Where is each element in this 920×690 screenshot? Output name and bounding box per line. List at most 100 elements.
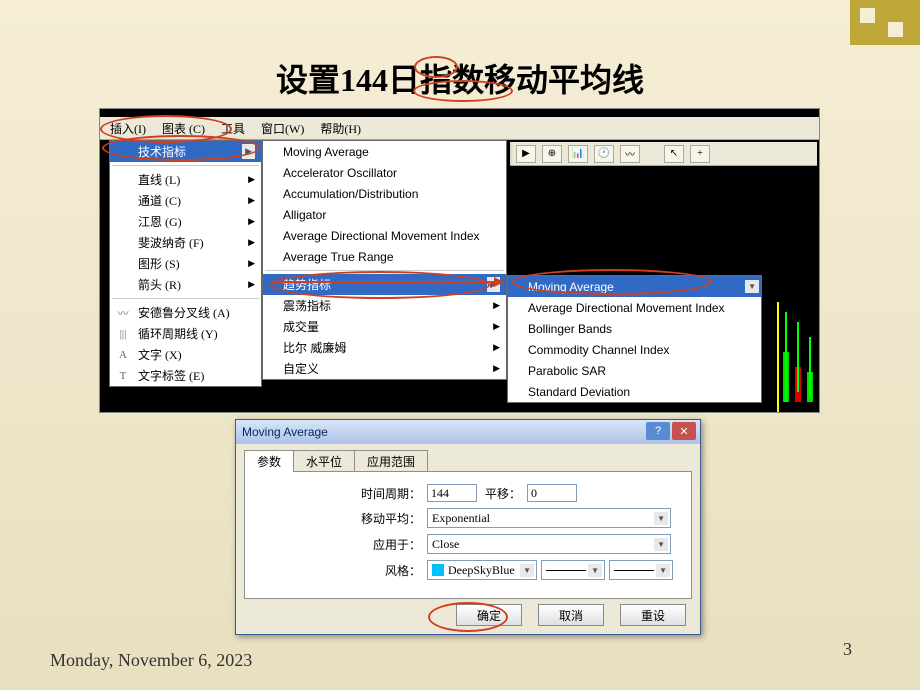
toolbar-btn-3[interactable]: 📊 xyxy=(568,145,588,163)
slide-title: 设置144日指数移动平均线 xyxy=(0,55,920,101)
shift-label: 平移： xyxy=(477,485,527,502)
tab-panel-params: 时间周期： 平移： 移动平均： Exponential 应用于： Close 风… xyxy=(244,471,692,599)
label: 文字标签 (E) xyxy=(138,367,204,384)
footer-date: Monday, November 6, 2023 xyxy=(50,650,252,672)
menu-tools[interactable]: 工具 xyxy=(213,118,253,139)
row-period: 时间周期： 平移： xyxy=(257,484,679,502)
menu-item-bill-williams[interactable]: 比尔 威廉姆 xyxy=(263,337,506,358)
row-style: 风格： DeepSkyBlue xyxy=(257,560,679,580)
menu-insert[interactable]: 插入(I) xyxy=(102,118,154,139)
menu-item-oscillator[interactable]: 震荡指标 xyxy=(263,295,506,316)
menu-item-ma-trend[interactable]: Moving Average xyxy=(508,276,761,297)
dialog-titlebar: Moving Average ? ✕ xyxy=(236,420,700,444)
menu-item-bb[interactable]: Bollinger Bands xyxy=(508,318,761,339)
menu-item-atr[interactable]: Average True Range xyxy=(263,246,506,267)
color-value: DeepSkyBlue xyxy=(448,563,515,578)
label: 循环周期线 (Y) xyxy=(138,325,218,342)
menu-item-line[interactable]: 直线 (L) xyxy=(110,169,261,190)
menu-item-text[interactable]: A 文字 (X) xyxy=(110,344,261,365)
label: 安德鲁分叉线 (A) xyxy=(138,304,230,321)
apply-value: Close xyxy=(432,537,459,552)
shift-input[interactable] xyxy=(527,484,577,502)
method-label: 移动平均： xyxy=(257,510,427,527)
tab-apply-range[interactable]: 应用范围 xyxy=(354,450,428,472)
cancel-button[interactable]: 取消 xyxy=(538,604,604,626)
line-preview xyxy=(546,570,586,571)
menu-item-gann[interactable]: 江恩 (G) xyxy=(110,211,261,232)
menu-item-cci[interactable]: Commodity Channel Index xyxy=(508,339,761,360)
toolbar-btn-2[interactable]: ⊕ xyxy=(542,145,562,163)
menu-item-fibonacci[interactable]: 斐波纳奇 (F) xyxy=(110,232,261,253)
menu-item-sd[interactable]: Standard Deviation xyxy=(508,381,761,402)
apply-select[interactable]: Close xyxy=(427,534,671,554)
menu-window[interactable]: 窗口(W) xyxy=(253,118,312,139)
label: 箭头 (R) xyxy=(138,276,181,293)
menu-item-adx[interactable]: Average Directional Movement Index xyxy=(263,225,506,246)
dialog-tabs: 参数 水平位 应用范围 xyxy=(244,450,700,472)
label: 技术指标 xyxy=(138,143,186,160)
tab-params[interactable]: 参数 xyxy=(244,450,294,472)
toolbar-btn-cursor[interactable]: ↖ xyxy=(664,145,684,163)
menu-item-arrows[interactable]: 箭头 (R) xyxy=(110,274,261,295)
corner-decoration xyxy=(850,0,920,45)
ma-line xyxy=(777,302,779,412)
menu-item-ad[interactable]: Accumulation/Distribution xyxy=(263,183,506,204)
reset-button[interactable]: 重设 xyxy=(620,604,686,626)
pitchfork-icon: 〰 xyxy=(115,305,131,321)
menu-item-ma[interactable]: Moving Average xyxy=(263,141,506,162)
method-value: Exponential xyxy=(432,511,490,526)
menu-item-andrews[interactable]: 〰安德鲁分叉线 (A) xyxy=(110,302,261,323)
menu-item-shapes[interactable]: 图形 (S) xyxy=(110,253,261,274)
color-select[interactable]: DeepSkyBlue xyxy=(427,560,537,580)
menu-item-sar[interactable]: Parabolic SAR xyxy=(508,360,761,381)
menu-item-trend[interactable]: 趋势指标 xyxy=(263,274,506,295)
label: 斐波纳奇 (F) xyxy=(138,234,204,251)
dropdown-insert: 技术指标 直线 (L) 通道 (C) 江恩 (G) 斐波纳奇 (F) 图形 (S… xyxy=(109,140,262,387)
color-swatch xyxy=(432,564,444,576)
menu-item-ao[interactable]: Accelerator Oscillator xyxy=(263,162,506,183)
label: 江恩 (G) xyxy=(138,213,182,230)
label: 直线 (L) xyxy=(138,171,180,188)
label: 文字 (X) xyxy=(138,346,182,363)
menubar: 插入(I) 图表 (C) 工具 窗口(W) 帮助(H) xyxy=(100,117,819,140)
toolbar-btn-cross[interactable]: + xyxy=(690,145,710,163)
line-preview xyxy=(614,570,654,571)
ma-settings-dialog: Moving Average ? ✕ 参数 水平位 应用范围 时间周期： 平移：… xyxy=(235,419,701,635)
toolbar-btn-4[interactable]: 🕐 xyxy=(594,145,614,163)
method-select[interactable]: Exponential xyxy=(427,508,671,528)
menu-item-indicators[interactable]: 技术指标 xyxy=(110,141,261,162)
dialog-buttons: 确定 取消 重设 xyxy=(456,604,686,626)
style-label: 风格： xyxy=(257,562,427,579)
toolbar-btn-1[interactable]: ▶ xyxy=(516,145,536,163)
separator xyxy=(112,298,259,299)
line-width-select[interactable] xyxy=(609,560,673,580)
line-style-select[interactable] xyxy=(541,560,605,580)
help-button[interactable]: ? xyxy=(646,422,670,440)
menu-item-alligator[interactable]: Alligator xyxy=(263,204,506,225)
period-input[interactable] xyxy=(427,484,477,502)
label-icon: T xyxy=(115,368,131,384)
row-apply: 应用于： Close xyxy=(257,534,679,554)
menu-item-cycle[interactable]: |||循环周期线 (Y) xyxy=(110,323,261,344)
menu-item-adx-trend[interactable]: Average Directional Movement Index xyxy=(508,297,761,318)
dropdown-trend: Moving Average Average Directional Movem… xyxy=(507,275,762,403)
footer-page-number: 3 xyxy=(843,639,852,660)
close-button[interactable]: ✕ xyxy=(672,422,696,440)
app-screenshot: 插入(I) 图表 (C) 工具 窗口(W) 帮助(H) 技术指标 直线 (L) … xyxy=(99,108,820,413)
separator xyxy=(265,270,504,271)
tab-levels[interactable]: 水平位 xyxy=(293,450,355,472)
menu-help[interactable]: 帮助(H) xyxy=(312,118,369,139)
text-icon: A xyxy=(115,347,131,363)
menu-item-channel[interactable]: 通道 (C) xyxy=(110,190,261,211)
window-buttons: ? ✕ xyxy=(646,422,696,440)
separator xyxy=(112,165,259,166)
menu-item-volume[interactable]: 成交量 xyxy=(263,316,506,337)
menu-chart[interactable]: 图表 (C) xyxy=(154,118,213,139)
candlestick xyxy=(783,322,789,402)
toolbar-btn-5[interactable]: 〰 xyxy=(620,145,640,163)
ok-button[interactable]: 确定 xyxy=(456,604,522,626)
menu-item-custom[interactable]: 自定义 xyxy=(263,358,506,379)
dialog-title: Moving Average xyxy=(242,425,328,439)
dropdown-indicators: Moving Average Accelerator Oscillator Ac… xyxy=(262,140,507,380)
menu-item-label[interactable]: T 文字标签 (E) xyxy=(110,365,261,386)
